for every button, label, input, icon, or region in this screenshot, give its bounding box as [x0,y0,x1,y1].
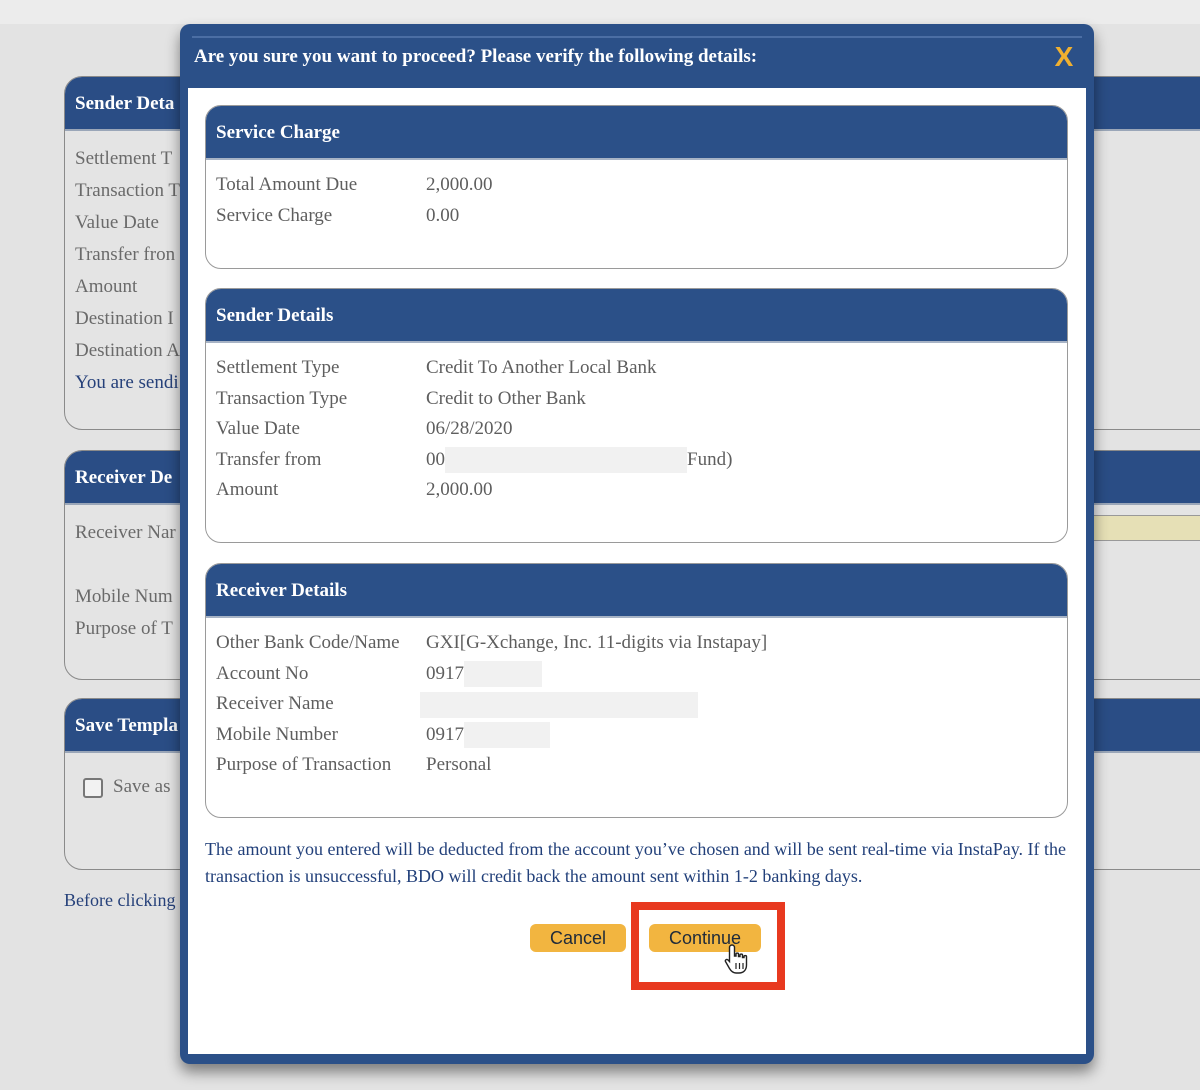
sender-details-section: Sender Details Settlement Type Credit To… [205,288,1068,543]
detail-label: Receiver Name [216,693,334,714]
section-header: Receiver Details [206,564,1067,618]
detail-row: Transaction Type Credit to Other Bank [216,384,1057,415]
before-clicking-text: Before clicking [64,890,176,910]
detail-label: Other Bank Code/Name [216,632,400,653]
background-input-field [1090,515,1200,541]
detail-row: Amount 2,000.00 [216,475,1057,506]
dialog-title: Are you sure you want to proceed? Please… [194,46,758,67]
confirmation-dialog: Are you sure you want to proceed? Please… [180,24,1094,1064]
instapay-note: The amount you entered will be deducted … [205,839,1067,886]
cancel-button[interactable]: Cancel [530,924,626,952]
account-no-prefix: 0917 [426,662,464,684]
detail-value [420,689,698,720]
title-bar-divider [192,36,1082,38]
detail-value: Credit to Other Bank [426,387,586,409]
account-suffix: Fund) [687,448,733,470]
detail-value: 2,000.00 [426,174,493,195]
detail-value: 0.00 [426,204,460,226]
detail-label: Transfer from [216,448,322,470]
redacted-account-no [464,661,542,688]
detail-value: 00 Fund) [426,445,732,476]
detail-row: Purpose of Transaction Personal [216,750,1057,781]
redacted-account [445,447,687,474]
detail-row: Other Bank Code/Name GXI[G-Xchange, Inc.… [216,628,1057,659]
redacted-receiver-name [420,691,698,718]
detail-label: Account No [216,662,309,684]
detail-row: Value Date 06/28/2020 [216,414,1057,445]
detail-row: Settlement Type Credit To Another Local … [216,353,1057,384]
detail-label: Purpose of Transaction [216,754,392,775]
detail-label: Transaction Type [216,387,348,409]
section-header: Service Charge [206,106,1067,160]
detail-value: Credit To Another Local Bank [426,357,657,378]
redacted-mobile [464,722,550,749]
detail-label: Mobile Number [216,723,338,745]
account-prefix: 00 [426,448,445,470]
detail-row: Receiver Name [216,689,1057,720]
detail-row: Account No 0917 [216,659,1057,690]
hand-pointer-cursor-icon [724,944,748,974]
top-strip [0,0,1200,24]
dialog-body: Service Charge Total Amount Due 2,000.00… [188,88,1086,1054]
detail-value: Personal [426,754,492,775]
close-icon[interactable]: X [1050,42,1078,72]
mobile-prefix: 0917 [426,723,464,745]
detail-label: Amount [216,479,279,500]
detail-label: Value Date [216,418,300,439]
detail-value: 06/28/2020 [426,418,513,439]
save-template-checkbox[interactable] [83,777,103,798]
detail-label: Settlement Type [216,357,340,378]
detail-value: 2,000.00 [426,479,493,500]
detail-row: Total Amount Due 2,000.00 [216,170,1057,201]
detail-value: 0917 [426,720,550,751]
save-template-label: Save as [113,776,171,797]
detail-label: Service Charge [216,204,333,226]
detail-row: Transfer from 00 Fund) [216,445,1057,476]
detail-value: GXI[G-Xchange, Inc. 11-digits via Instap… [426,632,768,653]
section-header: Sender Details [206,289,1067,343]
service-charge-section: Service Charge Total Amount Due 2,000.00… [205,105,1068,269]
detail-label: Total Amount Due [216,174,358,195]
receiver-details-section: Receiver Details Other Bank Code/Name GX… [205,563,1068,818]
detail-row: Service Charge 0.00 [216,201,1057,232]
detail-row: Mobile Number 0917 [216,720,1057,751]
detail-value: 0917 [426,659,542,690]
